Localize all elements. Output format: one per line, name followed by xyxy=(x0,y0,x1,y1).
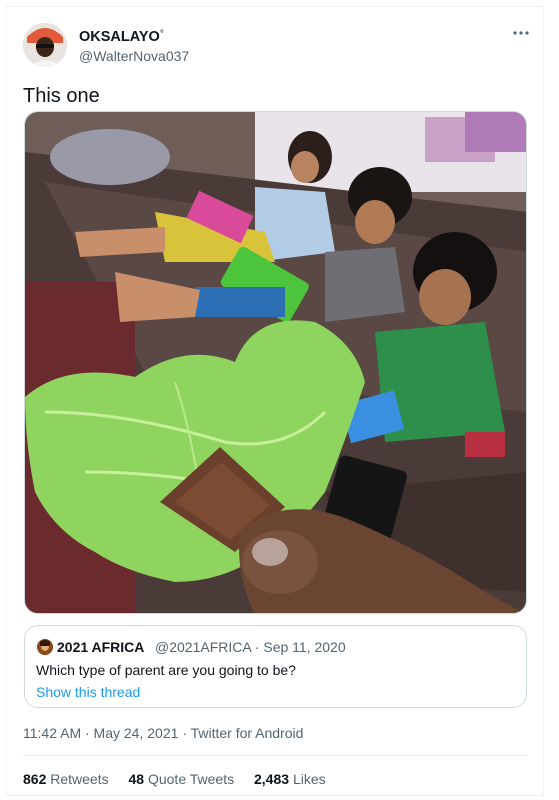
tweet-card: OKSALAYO° @WalterNova037 This one 2021 A… xyxy=(6,6,544,796)
author-name[interactable]: OKSALAYO° xyxy=(79,29,164,45)
quoted-author-avatar[interactable] xyxy=(37,639,53,655)
likes-stat[interactable]: 2,483 Likes xyxy=(254,771,326,787)
retweets-stat[interactable]: 862 Retweets xyxy=(23,771,109,787)
author-handle[interactable]: @WalterNova037 xyxy=(79,48,189,64)
tweet-photo[interactable] xyxy=(24,111,527,614)
author-avatar[interactable] xyxy=(23,23,67,67)
tweet-stats: 862 Retweets 48 Quote Tweets 2,483 Likes xyxy=(23,771,342,787)
quoted-author-meta: @2021AFRICA · Sep 11, 2020 xyxy=(155,639,346,655)
tweet-header: OKSALAYO° @WalterNova037 xyxy=(23,19,533,67)
quoted-tweet[interactable]: 2021 AFRICA @2021AFRICA · Sep 11, 2020 W… xyxy=(24,625,527,708)
quote-tweets-stat[interactable]: 48 Quote Tweets xyxy=(129,771,235,787)
more-options-icon[interactable] xyxy=(509,25,533,45)
tweet-text: This one xyxy=(23,85,100,107)
quoted-author-name[interactable]: 2021 AFRICA xyxy=(57,639,144,655)
quoted-tweet-text: Which type of parent are you going to be… xyxy=(36,662,296,678)
tweet-timestamp[interactable]: 11:42 AM · May 24, 2021 · Twitter for An… xyxy=(23,725,303,741)
show-thread-link[interactable]: Show this thread xyxy=(36,684,140,700)
divider xyxy=(23,755,528,756)
